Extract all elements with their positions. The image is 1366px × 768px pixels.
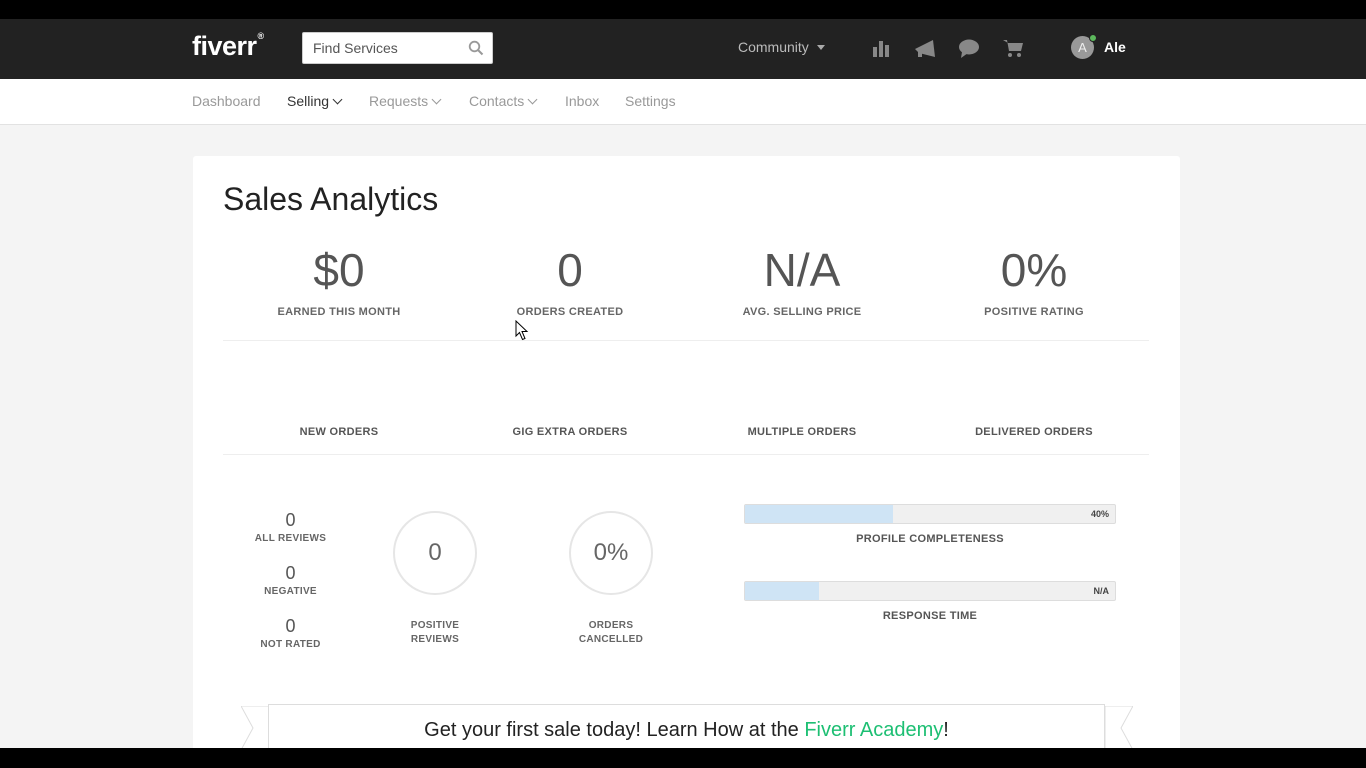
review-count: 0: [285, 510, 296, 530]
chat-bubble-icon[interactable]: [958, 37, 980, 59]
orders-cancelled-caption: ORDERS CANCELLED: [551, 619, 671, 647]
review-negative: 0 NEGATIVE: [253, 563, 328, 597]
review-label: NOT RATED: [260, 639, 321, 650]
profile-completeness-bar: 40%: [744, 504, 1116, 524]
stat-value: 0%: [1000, 244, 1068, 296]
search-box: [302, 32, 493, 64]
nav-selling-label: Selling: [287, 93, 330, 109]
search-icon[interactable]: [468, 40, 484, 56]
progress-value: 40%: [1090, 509, 1109, 519]
stat-value: 0: [557, 244, 583, 296]
caption-line: REVIEWS: [410, 634, 460, 645]
banner-text: Get your first sale today! Learn How at …: [424, 719, 805, 741]
nav-settings-label: Settings: [625, 93, 676, 109]
nav-inbox-label: Inbox: [565, 93, 600, 109]
ribbon-left-decoration: [241, 706, 269, 750]
megaphone-icon[interactable]: [913, 37, 939, 59]
order-type-multiple: MULTIPLE ORDERS: [747, 426, 857, 438]
chevron-down-icon: [527, 94, 538, 104]
chevron-down-icon: [431, 94, 442, 104]
mouse-cursor-icon: [515, 320, 529, 341]
caret-down-icon: [816, 44, 825, 50]
nav-requests[interactable]: Requests: [369, 93, 442, 109]
progress-fill: [745, 582, 819, 600]
nav-dashboard[interactable]: Dashboard: [192, 93, 261, 109]
divider: [223, 340, 1149, 341]
orders-cancelled-circle: 0%: [569, 511, 653, 595]
review-label: ALL REVIEWS: [254, 533, 327, 544]
community-label: Community: [738, 39, 809, 55]
response-time-bar: N/A: [744, 581, 1116, 601]
online-status-dot: [1089, 34, 1097, 42]
caption-line: POSITIVE: [410, 620, 460, 631]
order-type-gig-extra: GIG EXTRA ORDERS: [512, 426, 628, 438]
shopping-cart-icon[interactable]: [1002, 37, 1024, 59]
nav-settings[interactable]: Settings: [625, 93, 676, 109]
nav-dashboard-label: Dashboard: [192, 93, 261, 109]
stat-caption: AVG. SELLING PRICE: [742, 306, 862, 318]
chevron-down-icon: [332, 94, 343, 104]
caption-line: ORDERS: [588, 620, 634, 631]
divider: [223, 454, 1149, 455]
stat-positive-rating: 0% POSITIVE RATING: [934, 244, 1134, 318]
community-menu[interactable]: Community: [738, 39, 825, 55]
stat-earned: $0 EARNED THIS MONTH: [239, 244, 439, 318]
video-letterbox-bottom: [0, 748, 1366, 768]
stat-avg-price: N/A AVG. SELLING PRICE: [702, 244, 902, 318]
profile-completeness-label: PROFILE COMPLETENESS: [856, 533, 1004, 545]
stat-caption: ORDERS CREATED: [516, 306, 624, 318]
logo-registered-mark: ®: [257, 31, 265, 41]
review-not-rated: 0 NOT RATED: [253, 616, 328, 650]
fiverr-logo[interactable]: fiverr®: [192, 31, 264, 62]
response-time-label: RESPONSE TIME: [882, 610, 978, 622]
sub-navigation: Dashboard Selling Requests Contacts Inbo…: [0, 79, 1366, 125]
positive-reviews-circle: 0: [393, 511, 477, 595]
progress-fill: [745, 505, 893, 523]
search-input[interactable]: [303, 33, 463, 63]
username[interactable]: Ale: [1104, 39, 1126, 55]
academy-banner: Get your first sale today! Learn How at …: [268, 704, 1105, 754]
stat-caption: POSITIVE RATING: [984, 306, 1084, 318]
avatar-initial: A: [1078, 40, 1087, 55]
review-all: 0 ALL REVIEWS: [253, 510, 328, 544]
bar-chart-icon[interactable]: [870, 37, 892, 59]
page-title: Sales Analytics: [223, 181, 439, 217]
nav-requests-label: Requests: [369, 93, 429, 109]
nav-contacts[interactable]: Contacts: [469, 93, 538, 109]
stat-orders-created: 0 ORDERS CREATED: [470, 244, 670, 318]
nav-inbox[interactable]: Inbox: [565, 93, 599, 109]
stat-value: $0: [313, 244, 365, 296]
order-type-delivered: DELIVERED ORDERS: [975, 426, 1093, 438]
video-letterbox-top: [0, 0, 1366, 19]
stat-value: N/A: [763, 244, 841, 296]
ribbon-right-decoration: [1105, 706, 1133, 750]
sales-analytics-card: Sales Analytics $0 EARNED THIS MONTH 0 O…: [193, 156, 1180, 756]
top-header: fiverr® Community A Ale: [0, 19, 1366, 79]
nav-contacts-label: Contacts: [469, 93, 525, 109]
review-count: 0: [285, 616, 296, 636]
avatar[interactable]: A: [1071, 34, 1097, 59]
stat-caption: EARNED THIS MONTH: [277, 306, 401, 318]
order-type-new: NEW ORDERS: [299, 426, 379, 438]
nav-selling[interactable]: Selling: [287, 93, 343, 109]
fiverr-academy-link[interactable]: Fiverr Academy: [804, 719, 943, 741]
positive-reviews-caption: POSITIVE REVIEWS: [375, 619, 495, 647]
progress-value: N/A: [1093, 586, 1110, 596]
logo-text: fiverr: [192, 31, 257, 61]
banner-text-end: !: [943, 719, 949, 741]
caption-line: CANCELLED: [578, 634, 644, 645]
review-label: NEGATIVE: [264, 586, 317, 597]
review-count: 0: [285, 563, 296, 583]
